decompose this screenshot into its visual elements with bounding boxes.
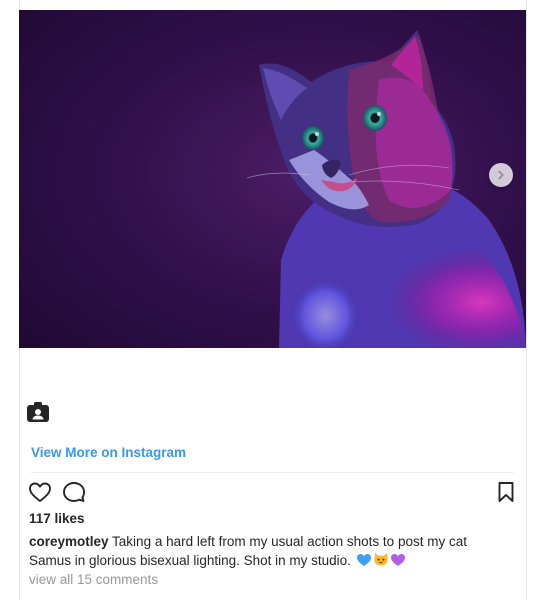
- caption-username[interactable]: coreymotley: [29, 534, 109, 549]
- comment-button[interactable]: [62, 481, 86, 503]
- likes-count[interactable]: 117 likes: [29, 511, 85, 526]
- blue-heart-icon: [356, 553, 372, 572]
- heart-icon: [29, 482, 51, 502]
- post-image[interactable]: [19, 10, 526, 348]
- post-caption: coreymotley Taking a hard left from my u…: [29, 533, 499, 572]
- carousel-next-button[interactable]: [489, 163, 513, 187]
- instagram-glyph-icon[interactable]: [26, 401, 50, 423]
- view-more-link[interactable]: View More on Instagram: [31, 445, 186, 460]
- chevron-right-icon: [498, 170, 504, 180]
- bookmark-icon: [498, 482, 514, 502]
- cat-photo: [19, 10, 526, 348]
- like-button[interactable]: [28, 481, 52, 503]
- comment-bubble-icon: [63, 482, 85, 502]
- divider: [31, 472, 514, 473]
- cat-face-icon: [373, 551, 389, 572]
- view-comments-link[interactable]: view all 15 comments: [29, 572, 158, 587]
- instagram-embed-page: View More on Instagram 117 likes coreymo…: [0, 0, 547, 600]
- purple-heart-icon: [390, 553, 406, 572]
- save-button[interactable]: [496, 481, 516, 503]
